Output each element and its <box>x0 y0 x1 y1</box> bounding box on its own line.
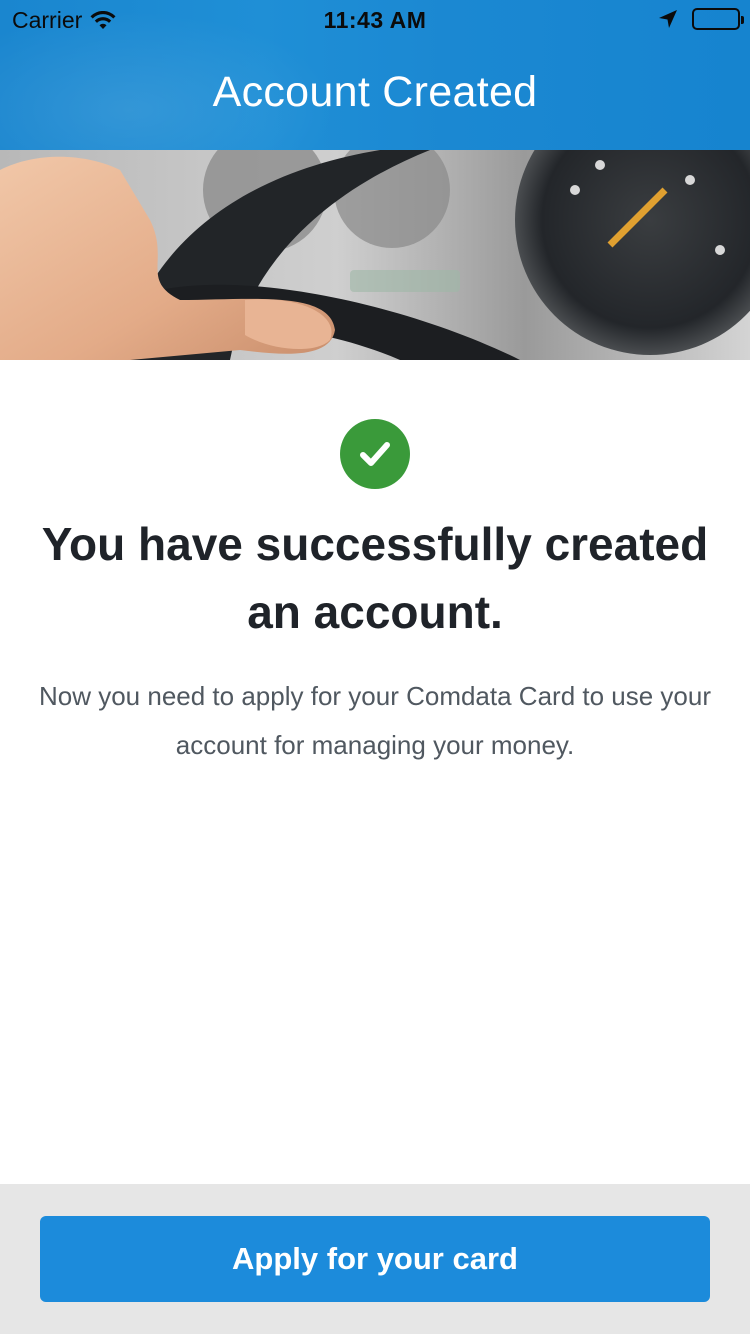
success-headline: You have successfully created an account… <box>41 518 709 638</box>
apply-for-card-button[interactable]: Apply for your card <box>40 1216 710 1302</box>
status-right <box>658 8 744 30</box>
navigation-header: Carrier 11:43 AM Account Created <box>0 0 750 150</box>
status-time: 11:43 AM <box>323 7 427 33</box>
page-title: Account Created <box>212 68 538 116</box>
hero-image <box>0 150 750 360</box>
battery-icon <box>692 8 744 30</box>
instruction-text: Now you need to apply for your Comdata C… <box>38 681 712 760</box>
location-arrow-icon <box>658 9 678 29</box>
checkmark-circle-icon <box>340 419 410 489</box>
footer-bar: Apply for your card <box>0 1184 750 1334</box>
status-bar: Carrier 11:43 AM <box>0 0 750 40</box>
